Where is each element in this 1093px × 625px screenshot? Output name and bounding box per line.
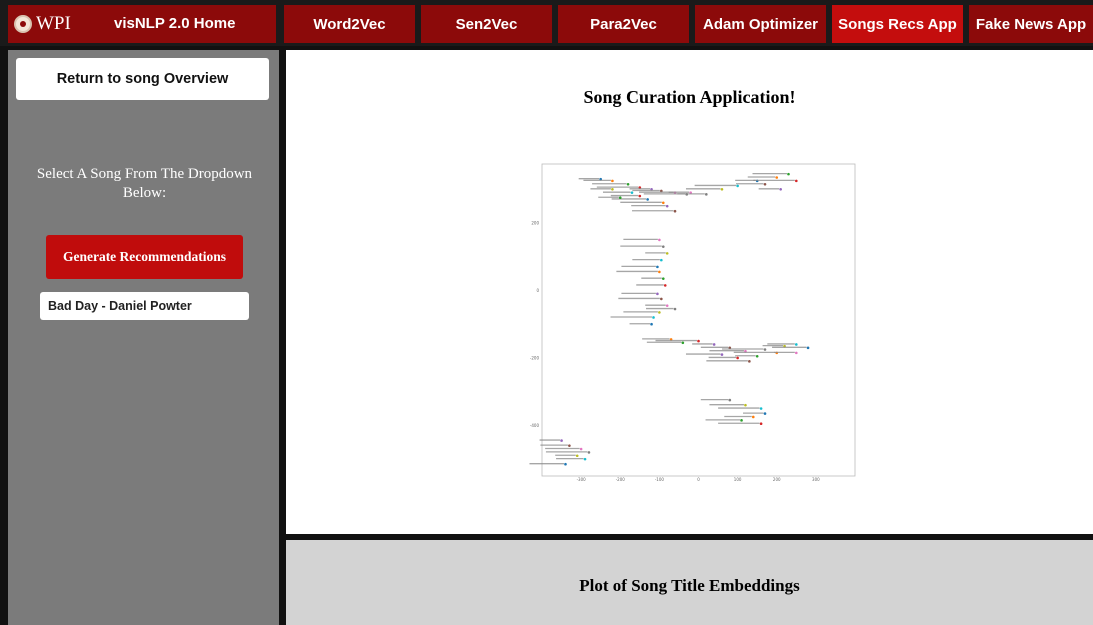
y-tick-label: 0 (536, 288, 539, 293)
x-tick-label: -100 (655, 477, 665, 482)
data-point (779, 187, 782, 191)
data-point (720, 187, 724, 191)
data-point (652, 316, 655, 319)
data-point (681, 341, 685, 345)
data-point (656, 265, 659, 269)
home-link[interactable]: visNLP 2.0 Home (114, 15, 235, 32)
x-tick-label: 0 (697, 477, 700, 482)
y-tick-label: -400 (530, 423, 540, 428)
data-point (661, 201, 665, 205)
y-tick-label: 200 (531, 221, 539, 226)
data-point (611, 179, 614, 183)
data-point (705, 193, 708, 196)
select-song-prompt: Select A Song From The Dropdown Below: (36, 166, 253, 201)
data-point (646, 198, 649, 201)
data-point (579, 447, 583, 451)
data-point (638, 194, 642, 198)
return-to-overview-button[interactable]: Return to song Overview (16, 58, 269, 100)
x-tick-label: 100 (734, 477, 742, 482)
song-dropdown[interactable]: Bad Day - Daniel Powter (40, 292, 249, 320)
data-point (759, 407, 763, 410)
data-point (775, 176, 779, 179)
plot-frame (541, 163, 856, 477)
logo-text: WPI (36, 13, 71, 34)
main-panel: Song Curation Application! -300 -200 -100 0… (286, 50, 1093, 534)
data-point (661, 245, 665, 248)
data-point (795, 351, 798, 355)
data-point (656, 292, 659, 296)
data-point (673, 307, 677, 311)
data-point (744, 403, 747, 407)
data-point (658, 311, 661, 314)
data-point (736, 184, 739, 188)
page-title: Song Curation Application! (583, 87, 796, 107)
data-point (611, 187, 614, 191)
data-point (740, 419, 743, 422)
data-point (720, 353, 724, 356)
data-point (665, 304, 669, 307)
data-point (795, 343, 798, 346)
data-point (575, 454, 579, 458)
data-point (564, 462, 567, 466)
data-point (583, 457, 587, 461)
tab-fake-news-app[interactable]: Fake News App (969, 5, 1093, 43)
data-point (660, 258, 663, 262)
data-point (587, 451, 591, 454)
top-nav: WPI visNLP 2.0 Home Word2Vec Sen2Vec Par… (0, 0, 1093, 46)
tab-para2vec[interactable]: Para2Vec (558, 5, 689, 43)
tab-word2vec[interactable]: Word2Vec (284, 5, 415, 43)
data-point (661, 277, 665, 280)
data-point (736, 356, 739, 360)
data-point (658, 270, 661, 274)
data-point (663, 284, 667, 287)
data-point (626, 182, 630, 186)
embedding-plot: -300 -200 -100 0 100 200 300 -400 -200 0 200 (484, 158, 856, 482)
x-tick-label: 200 (773, 477, 781, 482)
x-tick-label: 300 (812, 477, 820, 482)
data-point (568, 444, 571, 447)
data-point (650, 322, 653, 326)
data-point (560, 439, 563, 442)
data-point (728, 398, 732, 402)
sidebar: Return to song Overview Select A Song Fr… (8, 50, 279, 625)
data-point (630, 191, 634, 194)
data-point (697, 339, 700, 343)
lower-panel: Plot of Song Title Embeddings (286, 540, 1093, 625)
x-tick-label: -300 (577, 477, 587, 482)
data-point (665, 204, 669, 208)
data-point (806, 346, 810, 350)
data-point (763, 412, 767, 415)
data-point (751, 415, 755, 419)
data-point (787, 172, 790, 176)
tab-songs-recs-app[interactable]: Songs Recs App (832, 5, 963, 43)
data-point (712, 343, 716, 346)
data-point (795, 179, 798, 183)
data-point (759, 422, 763, 426)
nav-brand: WPI visNLP 2.0 Home (8, 5, 276, 43)
tab-adam-optimizer[interactable]: Adam Optimizer (695, 5, 826, 43)
data-point (665, 252, 669, 255)
x-tick-label: -200 (616, 477, 626, 482)
generate-recommendations-button[interactable]: Generate Recommendations (46, 235, 243, 279)
data-point (658, 238, 661, 242)
tab-sen2vec[interactable]: Sen2Vec (421, 5, 552, 43)
wpi-seal-icon (14, 15, 32, 33)
y-tick-label: -200 (530, 355, 540, 360)
wpi-logo[interactable]: WPI (14, 13, 71, 35)
section-title: Plot of Song Title Embeddings (579, 576, 800, 595)
data-point (748, 360, 751, 363)
data-point (618, 196, 622, 200)
data-point (673, 209, 677, 213)
embedding-scatter-chart: -300 -200 -100 0 100 200 300 -400 -200 0 200 (529, 163, 856, 482)
data-point (763, 182, 767, 186)
data-point (763, 348, 767, 351)
data-point (660, 297, 663, 301)
data-point (755, 354, 759, 358)
